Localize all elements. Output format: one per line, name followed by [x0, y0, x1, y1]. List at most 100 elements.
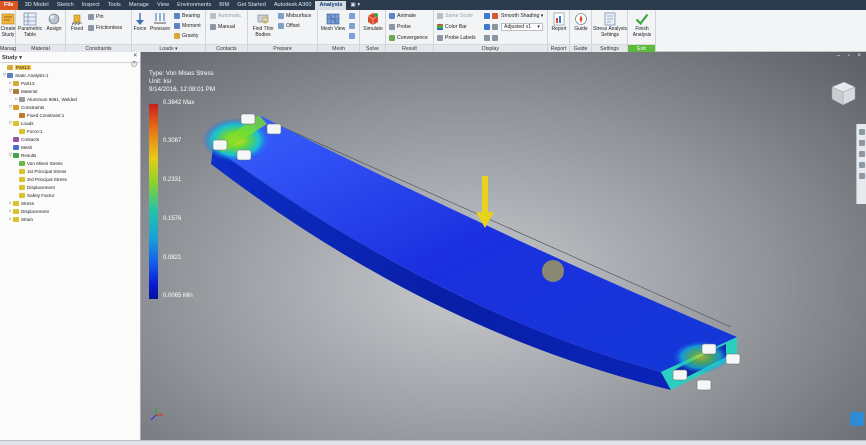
tab-sketch[interactable]: Sketch	[53, 1, 78, 10]
stress-result-model[interactable]	[141, 52, 866, 440]
fixed-constraint-icon	[70, 12, 84, 26]
moment-icon	[174, 23, 180, 29]
tab-bim[interactable]: BIM	[215, 1, 233, 10]
tab-get-started[interactable]: Get Started	[233, 1, 270, 10]
display-icons-row-2[interactable]	[484, 35, 500, 41]
frictionless-button[interactable]: Frictionless	[88, 25, 122, 31]
tree-node-icon	[13, 208, 19, 214]
tree-item[interactable]: Von Mises Stress	[0, 159, 140, 167]
mesh-settings-button[interactable]	[349, 13, 357, 19]
tab-analysis[interactable]: Analysis	[315, 1, 347, 10]
mesh-view-button[interactable]: Mesh View	[319, 12, 347, 33]
find-thin-bodies-button[interactable]: Find Thin Bodies	[250, 12, 276, 38]
pin-button[interactable]: Pin	[88, 14, 104, 20]
stress-analysis-settings-button[interactable]: Stress Analysis Settings	[593, 12, 627, 38]
color-bar-button[interactable]: Color Bar	[437, 24, 467, 30]
bearing-icon	[174, 13, 180, 19]
report-icon	[552, 12, 566, 26]
graphics-viewport[interactable]: – ▫ × Type: Von Mises Stress Unit: ksi 9…	[141, 52, 866, 440]
look-at-icon[interactable]	[858, 173, 865, 179]
moment-button[interactable]: Moment	[174, 23, 201, 29]
adjusted-scale-dropdown[interactable]: Adjusted x1 ▾	[501, 23, 543, 31]
loads-group: Force Pressure Bearing Moment Gravity Lo…	[132, 10, 206, 52]
gravity-button[interactable]: Gravity	[174, 33, 198, 39]
camera-icon[interactable]: ▣ ▾	[346, 1, 364, 10]
bearing-button[interactable]: Bearing	[174, 13, 200, 19]
manual-contacts-button[interactable]: Manual	[210, 24, 235, 30]
tab-autodesk-a360[interactable]: Autodesk A360	[270, 1, 316, 10]
tree-item[interactable]: Mesh	[0, 143, 140, 151]
cloud-share-icon[interactable]	[850, 412, 864, 426]
tree-item[interactable]: 3rd Principal Stress	[0, 175, 140, 183]
convergence-settings-button[interactable]	[349, 33, 357, 39]
report-button[interactable]: Report	[549, 12, 569, 33]
tree-item[interactable]: ▽ Static Analysis:1	[0, 71, 140, 79]
fixed-button[interactable]: Fixed	[68, 12, 86, 33]
tree-node-icon	[13, 144, 19, 150]
create-study-button[interactable]: Create Study	[0, 12, 16, 38]
convergence-icon	[389, 35, 395, 41]
find-thin-bodies-icon	[256, 12, 270, 26]
tree-item[interactable]: ▽ Loads	[0, 119, 140, 127]
display-icons-row[interactable]	[484, 24, 500, 30]
tree-item[interactable]: ▽ Constraints	[0, 103, 140, 111]
tab-3d-model[interactable]: 3D Model	[21, 1, 53, 10]
close-icon[interactable]: ×	[133, 53, 137, 59]
tree-item[interactable]: Safety Factor	[0, 191, 140, 199]
probe-button[interactable]: Probe	[389, 24, 411, 30]
display-shading-icons[interactable]	[484, 13, 500, 19]
tab-manage[interactable]: Manage	[125, 1, 153, 10]
mesh-group: Mesh View Mesh	[318, 10, 360, 52]
force-button[interactable]: Force	[132, 12, 148, 33]
finish-analysis-button[interactable]: Finish Analysis	[629, 12, 655, 38]
loads-group-label[interactable]: Loads ▾	[132, 44, 205, 52]
automatic-contacts-button[interactable]: Automatic	[210, 13, 241, 19]
tree-item[interactable]: ▹ Part13	[0, 79, 140, 87]
tab-tools[interactable]: Tools	[104, 1, 125, 10]
convergence-button[interactable]: Convergence	[389, 35, 428, 41]
ribbon-tab-bar: File 3D Model Sketch Inspect Tools Manage View…	[0, 0, 866, 10]
simulate-button[interactable]: Simulate	[361, 12, 385, 33]
zoom-icon[interactable]	[858, 151, 865, 157]
animate-button[interactable]: Animate	[389, 13, 416, 19]
mesh-view-icon	[326, 12, 340, 26]
tree-item[interactable]: ▹ Strain	[0, 215, 140, 223]
assign-button[interactable]: Assign	[44, 12, 64, 33]
probe-labels-button[interactable]: Probe Labels	[437, 35, 476, 41]
same-scale-button[interactable]: Same Scale	[437, 13, 473, 19]
orbit-icon[interactable]	[858, 162, 865, 168]
tree-item[interactable]: ▹ Displacement	[0, 207, 140, 215]
full-navigation-wheel-icon[interactable]	[858, 129, 865, 135]
tree-item[interactable]: 1st Principal Stress	[0, 167, 140, 175]
tree-item[interactable]: ▹ Aluminum 6061, Welded	[0, 95, 140, 103]
tree-item[interactable]: ▽ Material	[0, 87, 140, 95]
convergence-settings-icon	[349, 33, 355, 39]
tab-view[interactable]: View	[153, 1, 173, 10]
tree-item[interactable]: Force:1	[0, 127, 140, 135]
pressure-button[interactable]: Pressure	[149, 12, 171, 33]
ribbon-panel: Create Study Manage Parametric Table Ass…	[0, 10, 866, 52]
smooth-shading-dropdown[interactable]: Smooth Shading ▾	[501, 13, 543, 19]
tree-item-label: Part13	[15, 64, 31, 70]
local-mesh-button[interactable]	[349, 23, 357, 29]
tree-item[interactable]: Contacts	[0, 135, 140, 143]
tab-file[interactable]: File	[0, 1, 18, 10]
parametric-table-button[interactable]: Parametric Table	[18, 12, 42, 38]
browser-header[interactable]: Study ▾ × ?	[0, 52, 140, 67]
tree-item[interactable]: Displacement	[0, 183, 140, 191]
offset-button[interactable]: Offset	[278, 23, 300, 29]
viewcube-icon[interactable]	[828, 78, 858, 108]
tree-item[interactable]: Fixed Constraint:1	[0, 111, 140, 119]
tree-node-icon	[7, 64, 13, 70]
tree-item[interactable]: ▹ Stress	[0, 199, 140, 207]
tree-item-label: 1st Principal Stress	[27, 168, 67, 174]
midsurface-button[interactable]: Midsurface	[278, 13, 311, 19]
contour-icon	[492, 13, 498, 19]
force-icon	[133, 12, 147, 26]
tab-inspect[interactable]: Inspect	[78, 1, 104, 10]
tree-item[interactable]: ▽ Results	[0, 151, 140, 159]
tab-environments[interactable]: Environments	[173, 1, 215, 10]
pan-icon[interactable]	[858, 140, 865, 146]
tree-item[interactable]: Part13	[0, 63, 140, 71]
guide-button[interactable]: Guide	[571, 12, 591, 33]
